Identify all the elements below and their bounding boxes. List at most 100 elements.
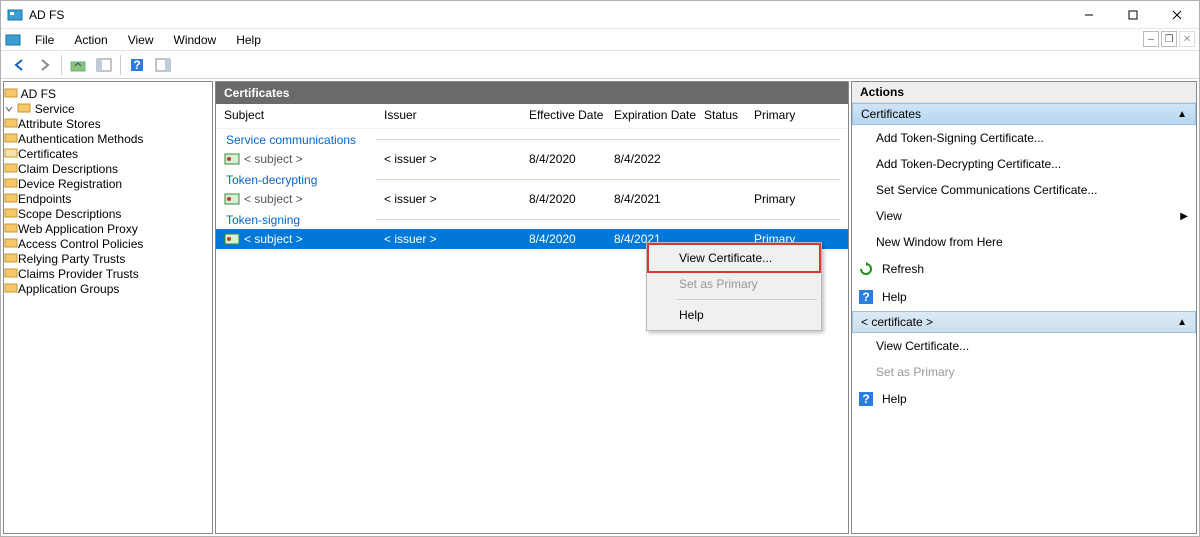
col-header-primary[interactable]: Primary [754,108,814,122]
menu-window[interactable]: Window [164,31,227,49]
action-label: Add Token-Decrypting Certificate... [876,157,1061,171]
col-header-status[interactable]: Status [704,108,754,122]
col-header-effective[interactable]: Effective Date [529,108,614,122]
close-button[interactable] [1155,1,1199,29]
action-view-submenu[interactable]: View ▶ [852,203,1196,229]
action-help-2[interactable]: ? Help [852,385,1196,413]
action-help[interactable]: ? Help [852,283,1196,311]
action-refresh[interactable]: Refresh [852,255,1196,283]
up-button[interactable] [66,54,90,76]
context-help[interactable]: Help [649,302,819,328]
menu-bar: File Action View Window Help – ❐ ✕ [1,29,1199,51]
action-new-window[interactable]: New Window from Here [852,229,1196,255]
context-set-as-primary: Set as Primary [649,271,819,297]
col-header-subject[interactable]: Subject [224,108,384,122]
cell-primary: Primary [754,192,814,206]
group-service-communications: Service communications [216,129,848,149]
actions-pane: Actions Certificates ▲ Add Token-Signing… [851,81,1197,534]
tree-label: Certificates [18,147,78,161]
tree-label: Endpoints [18,192,71,206]
actions-group-label: Certificates [861,107,921,121]
tree-label: Authentication Methods [18,132,143,146]
action-label: New Window from Here [876,235,1003,249]
chevron-down-icon[interactable] [4,104,14,114]
cell-expiration: 8/4/2022 [614,152,704,166]
cell-effective: 8/4/2020 [529,192,614,206]
tree-label: Claims Provider Trusts [18,267,139,281]
action-label: View [876,209,902,223]
tree-node-web-app-proxy[interactable]: Web Application Proxy [4,221,212,236]
cell-expiration: 8/4/2021 [614,192,704,206]
certificate-row[interactable]: < subject > < issuer > 8/4/2020 8/4/2022 [216,149,848,169]
menu-file[interactable]: File [25,31,64,49]
scope-tree[interactable]: AD FS Service Attribute Stores Authentic… [3,81,213,534]
chevron-right-icon: ▶ [1180,211,1188,222]
context-separator [677,299,817,300]
group-token-decrypting: Token-decrypting [216,169,848,189]
nav-back-button[interactable] [7,54,31,76]
actions-pane-title: Actions [852,82,1196,103]
mdi-minimize-button[interactable]: – [1143,31,1159,47]
menu-view[interactable]: View [118,31,164,49]
show-hide-action-button[interactable] [151,54,175,76]
certificate-row[interactable]: < subject > < issuer > 8/4/2020 8/4/2021… [216,189,848,209]
context-view-certificate[interactable]: View Certificate... [649,245,819,271]
actions-group-certificates[interactable]: Certificates ▲ [852,103,1196,125]
tree-node-claim-descriptions[interactable]: Claim Descriptions [4,161,212,176]
tree-label: Claim Descriptions [18,162,118,176]
col-header-issuer[interactable]: Issuer [384,108,529,122]
action-label: Help [882,290,907,304]
app-window: AD FS File Action View Window Help – ❐ ✕… [0,0,1200,537]
tree-node-root[interactable]: AD FS [4,86,212,101]
action-label: Set as Primary [876,365,955,379]
tree-node-access-control[interactable]: Access Control Policies [4,236,212,251]
cell-issuer: < issuer > [384,152,529,166]
tree-node-relying-party[interactable]: Relying Party Trusts [4,251,212,266]
context-menu: View Certificate... Set as Primary Help [646,242,822,331]
tree-node-attribute-stores[interactable]: Attribute Stores [4,116,212,131]
toolbar-separator [61,55,62,75]
help-button[interactable]: ? [125,54,149,76]
toolbar-separator [120,55,121,75]
refresh-icon [858,261,874,277]
minimize-button[interactable] [1067,1,1111,29]
result-pane: Certificates Subject Issuer Effective Da… [215,81,849,534]
tree-label: Access Control Policies [18,237,143,251]
cell-subject: < subject > [244,192,303,206]
maximize-button[interactable] [1111,1,1155,29]
tree-node-application-groups[interactable]: Application Groups [4,281,212,296]
action-set-as-primary: Set as Primary [852,359,1196,385]
tree-node-device-registration[interactable]: Device Registration [4,176,212,191]
tree-node-scope-descriptions[interactable]: Scope Descriptions [4,206,212,221]
collapse-icon[interactable]: ▲ [1177,317,1187,328]
action-view-certificate[interactable]: View Certificate... [852,333,1196,359]
tree-label: Relying Party Trusts [18,252,125,266]
tree-label: AD FS [21,87,56,101]
tree-node-claims-provider[interactable]: Claims Provider Trusts [4,266,212,281]
window-title: AD FS [23,8,1067,22]
action-add-token-decrypting[interactable]: Add Token-Decrypting Certificate... [852,151,1196,177]
collapse-icon[interactable]: ▲ [1177,109,1187,120]
mdi-close-button[interactable]: ✕ [1179,31,1195,47]
menu-help[interactable]: Help [226,31,271,49]
tree-node-auth-methods[interactable]: Authentication Methods [4,131,212,146]
toolbar: ? [1,51,1199,79]
menu-action[interactable]: Action [64,31,117,49]
cell-issuer: < issuer > [384,232,529,246]
action-set-service-comm-cert[interactable]: Set Service Communications Certificate..… [852,177,1196,203]
action-add-token-signing[interactable]: Add Token-Signing Certificate... [852,125,1196,151]
col-header-expiration[interactable]: Expiration Date [614,108,704,122]
result-pane-title: Certificates [216,82,848,104]
group-token-signing: Token-signing [216,209,848,229]
column-header-row: Subject Issuer Effective Date Expiration… [216,104,848,129]
action-label: View Certificate... [876,339,969,353]
mdi-restore-button[interactable]: ❐ [1161,31,1177,47]
show-hide-tree-button[interactable] [92,54,116,76]
help-icon: ? [858,391,874,407]
nav-forward-button[interactable] [33,54,57,76]
tree-label: Application Groups [18,282,119,296]
tree-node-service[interactable]: Service [4,101,212,116]
tree-node-endpoints[interactable]: Endpoints [4,191,212,206]
actions-group-selected-cert[interactable]: < certificate > ▲ [852,311,1196,333]
tree-node-certificates[interactable]: Certificates [4,146,212,161]
